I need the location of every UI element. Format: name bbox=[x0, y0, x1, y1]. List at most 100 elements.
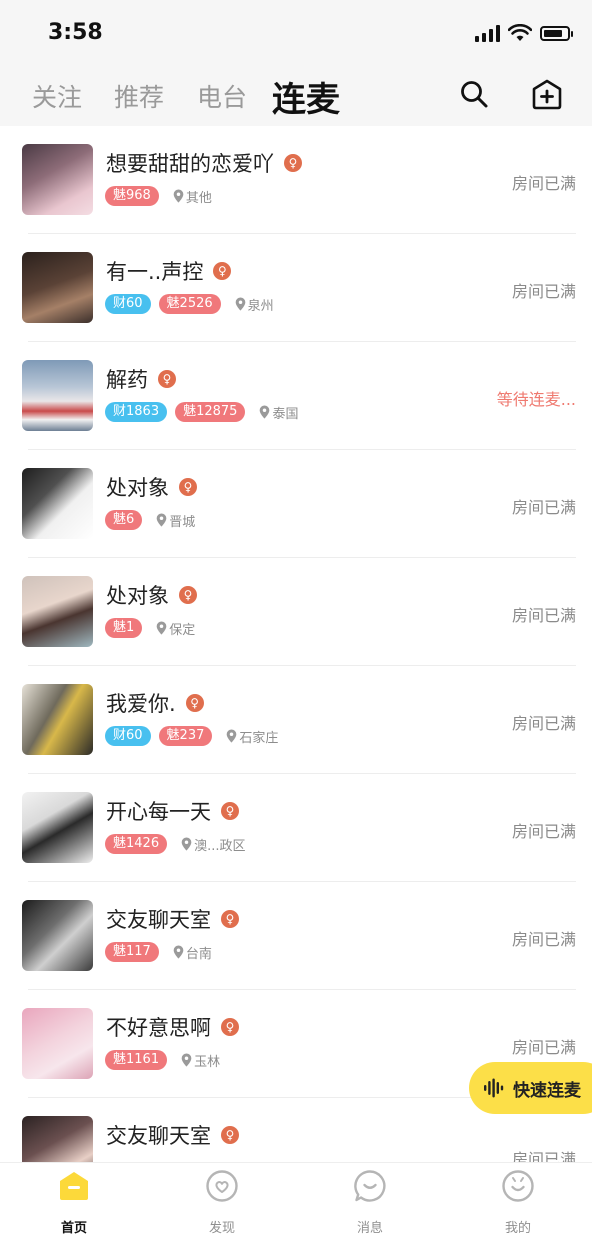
female-gender-icon: ♀ bbox=[221, 802, 239, 820]
room-name: 解药 bbox=[106, 368, 148, 392]
room-status: 房间已满 bbox=[511, 606, 576, 625]
location-text: 石家庄 bbox=[239, 730, 279, 746]
charm-badge: 魅117 bbox=[105, 942, 159, 962]
charm-badge: 魅1161 bbox=[105, 1050, 168, 1070]
room-row[interactable]: 处对象 ♀ 魅6 晋城 房间已满 bbox=[0, 450, 592, 558]
discover-heart-icon bbox=[206, 1170, 238, 1202]
add-room-icon bbox=[532, 79, 562, 110]
location-pin-icon bbox=[181, 1053, 192, 1067]
wealth-badge: 财60 bbox=[105, 726, 151, 746]
room-status: 房间已满 bbox=[511, 498, 576, 517]
tab-profile-label: 我的 bbox=[504, 1221, 531, 1236]
room-row[interactable]: 处对象 ♀ 魅1 保定 房间已满 bbox=[0, 558, 592, 666]
quick-connect-label: 快速连麦 bbox=[513, 1080, 581, 1101]
room-name: 交友聊天室 bbox=[106, 908, 211, 932]
room-status-waiting: 等待连麦... bbox=[496, 390, 576, 409]
location-text: 泉州 bbox=[247, 298, 274, 314]
room-row[interactable]: 开心每一天 ♀ 魅1426 澳...政区 房间已满 bbox=[0, 774, 592, 882]
charm-badge: 魅2526 bbox=[158, 294, 221, 314]
sound-wave-icon bbox=[484, 1078, 504, 1098]
tab-home-label: 首页 bbox=[60, 1221, 87, 1236]
room-avatar bbox=[22, 468, 93, 539]
location-pin-icon bbox=[173, 945, 184, 959]
room-location: 晋城 bbox=[156, 511, 195, 530]
room-list: 想要甜甜的恋爱吖 ♀ 魅968 其他 房间已满 有一..声控 ♀ 财60 魅25… bbox=[0, 126, 592, 1162]
location-pin-icon bbox=[235, 297, 245, 311]
tab-messages-label: 消息 bbox=[356, 1221, 383, 1236]
tab-recommend[interactable]: 推荐 bbox=[114, 78, 164, 114]
battery-icon bbox=[540, 25, 573, 41]
tab-radio[interactable]: 电台 bbox=[197, 78, 247, 114]
room-status: 房间已满 bbox=[511, 1150, 576, 1162]
search-button[interactable] bbox=[454, 74, 494, 114]
message-icon bbox=[354, 1170, 386, 1202]
room-avatar bbox=[22, 1116, 93, 1162]
charm-badge: 魅6 bbox=[105, 510, 143, 530]
status-bar: 3:58 bbox=[0, 0, 592, 64]
room-avatar bbox=[22, 360, 93, 431]
room-status: 房间已满 bbox=[511, 174, 576, 193]
charm-badge: 魅12875 bbox=[175, 402, 246, 422]
room-row[interactable]: 想要甜甜的恋爱吖 ♀ 魅968 其他 房间已满 bbox=[0, 126, 592, 234]
location-pin-icon bbox=[181, 837, 192, 851]
female-gender-icon: ♀ bbox=[221, 1018, 239, 1036]
female-gender-icon: ♀ bbox=[221, 1126, 239, 1144]
tab-mic-link[interactable]: 连麦 bbox=[272, 72, 340, 121]
female-gender-icon: ♀ bbox=[221, 910, 239, 928]
status-icons bbox=[475, 24, 573, 42]
room-location: 泰国 bbox=[259, 403, 298, 422]
room-name: 有一..声控 bbox=[106, 260, 204, 284]
room-avatar bbox=[22, 792, 93, 863]
charm-badge: 魅1426 bbox=[105, 834, 168, 854]
location-pin-icon bbox=[156, 513, 167, 527]
wealth-badge: 财1863 bbox=[105, 402, 168, 422]
room-location: 澳...政区 bbox=[181, 835, 246, 854]
tab-discover[interactable]: 发现 bbox=[172, 1169, 272, 1236]
quick-connect-button[interactable]: 快速连麦 bbox=[469, 1062, 592, 1114]
location-pin-icon bbox=[173, 189, 184, 203]
room-avatar bbox=[22, 900, 93, 971]
location-pin-icon bbox=[227, 729, 237, 743]
charm-badge: 魅237 bbox=[158, 726, 213, 746]
female-gender-icon: ♀ bbox=[179, 478, 197, 496]
room-name: 开心每一天 bbox=[106, 800, 211, 824]
room-avatar bbox=[22, 684, 93, 755]
location-text: 玉林 bbox=[194, 1054, 221, 1070]
cellular-signal-icon bbox=[475, 24, 500, 42]
home-icon bbox=[60, 1172, 88, 1200]
room-location: 其他 bbox=[173, 187, 212, 206]
location-text: 其他 bbox=[185, 190, 212, 206]
room-location: 台南 bbox=[173, 943, 212, 962]
tab-profile[interactable]: 我的 bbox=[468, 1169, 568, 1236]
wifi-icon bbox=[508, 24, 532, 41]
room-status: 房间已满 bbox=[511, 1038, 576, 1057]
room-avatar bbox=[22, 252, 93, 323]
charm-badge: 魅968 bbox=[105, 186, 159, 206]
room-row[interactable]: 有一..声控 ♀ 财60 魅2526 泉州 房间已满 bbox=[0, 234, 592, 342]
room-name: 不好意思啊 bbox=[106, 1016, 211, 1040]
search-icon bbox=[461, 81, 488, 108]
room-name: 处对象 bbox=[106, 476, 169, 500]
room-row[interactable]: 我爱你. ♀ 财60 魅237 石家庄 房间已满 bbox=[0, 666, 592, 774]
room-row[interactable]: 解药 ♀ 财1863 魅12875 泰国 等待连麦... bbox=[0, 342, 592, 450]
room-status: 房间已满 bbox=[511, 282, 576, 301]
room-row[interactable]: 交友聊天室 ♀ 魅117 台南 房间已满 bbox=[0, 882, 592, 990]
room-name: 处对象 bbox=[106, 584, 169, 608]
female-gender-icon: ♀ bbox=[185, 694, 204, 712]
location-pin-icon bbox=[156, 621, 167, 635]
location-text: 泰国 bbox=[272, 406, 299, 422]
location-pin-icon bbox=[260, 405, 270, 419]
female-gender-icon: ♀ bbox=[213, 262, 232, 280]
room-avatar bbox=[22, 1008, 93, 1079]
tab-follow[interactable]: 关注 bbox=[32, 78, 82, 114]
female-gender-icon: ♀ bbox=[158, 370, 176, 388]
create-room-button[interactable] bbox=[527, 74, 567, 114]
female-gender-icon: ♀ bbox=[179, 586, 197, 604]
room-location: 保定 bbox=[156, 619, 195, 638]
location-text: 澳...政区 bbox=[194, 838, 246, 854]
room-name: 我爱你. bbox=[106, 692, 176, 716]
tab-home[interactable]: 首页 bbox=[24, 1169, 124, 1236]
room-status: 房间已满 bbox=[511, 714, 576, 733]
tab-messages[interactable]: 消息 bbox=[320, 1169, 420, 1236]
location-text: 晋城 bbox=[169, 514, 196, 530]
